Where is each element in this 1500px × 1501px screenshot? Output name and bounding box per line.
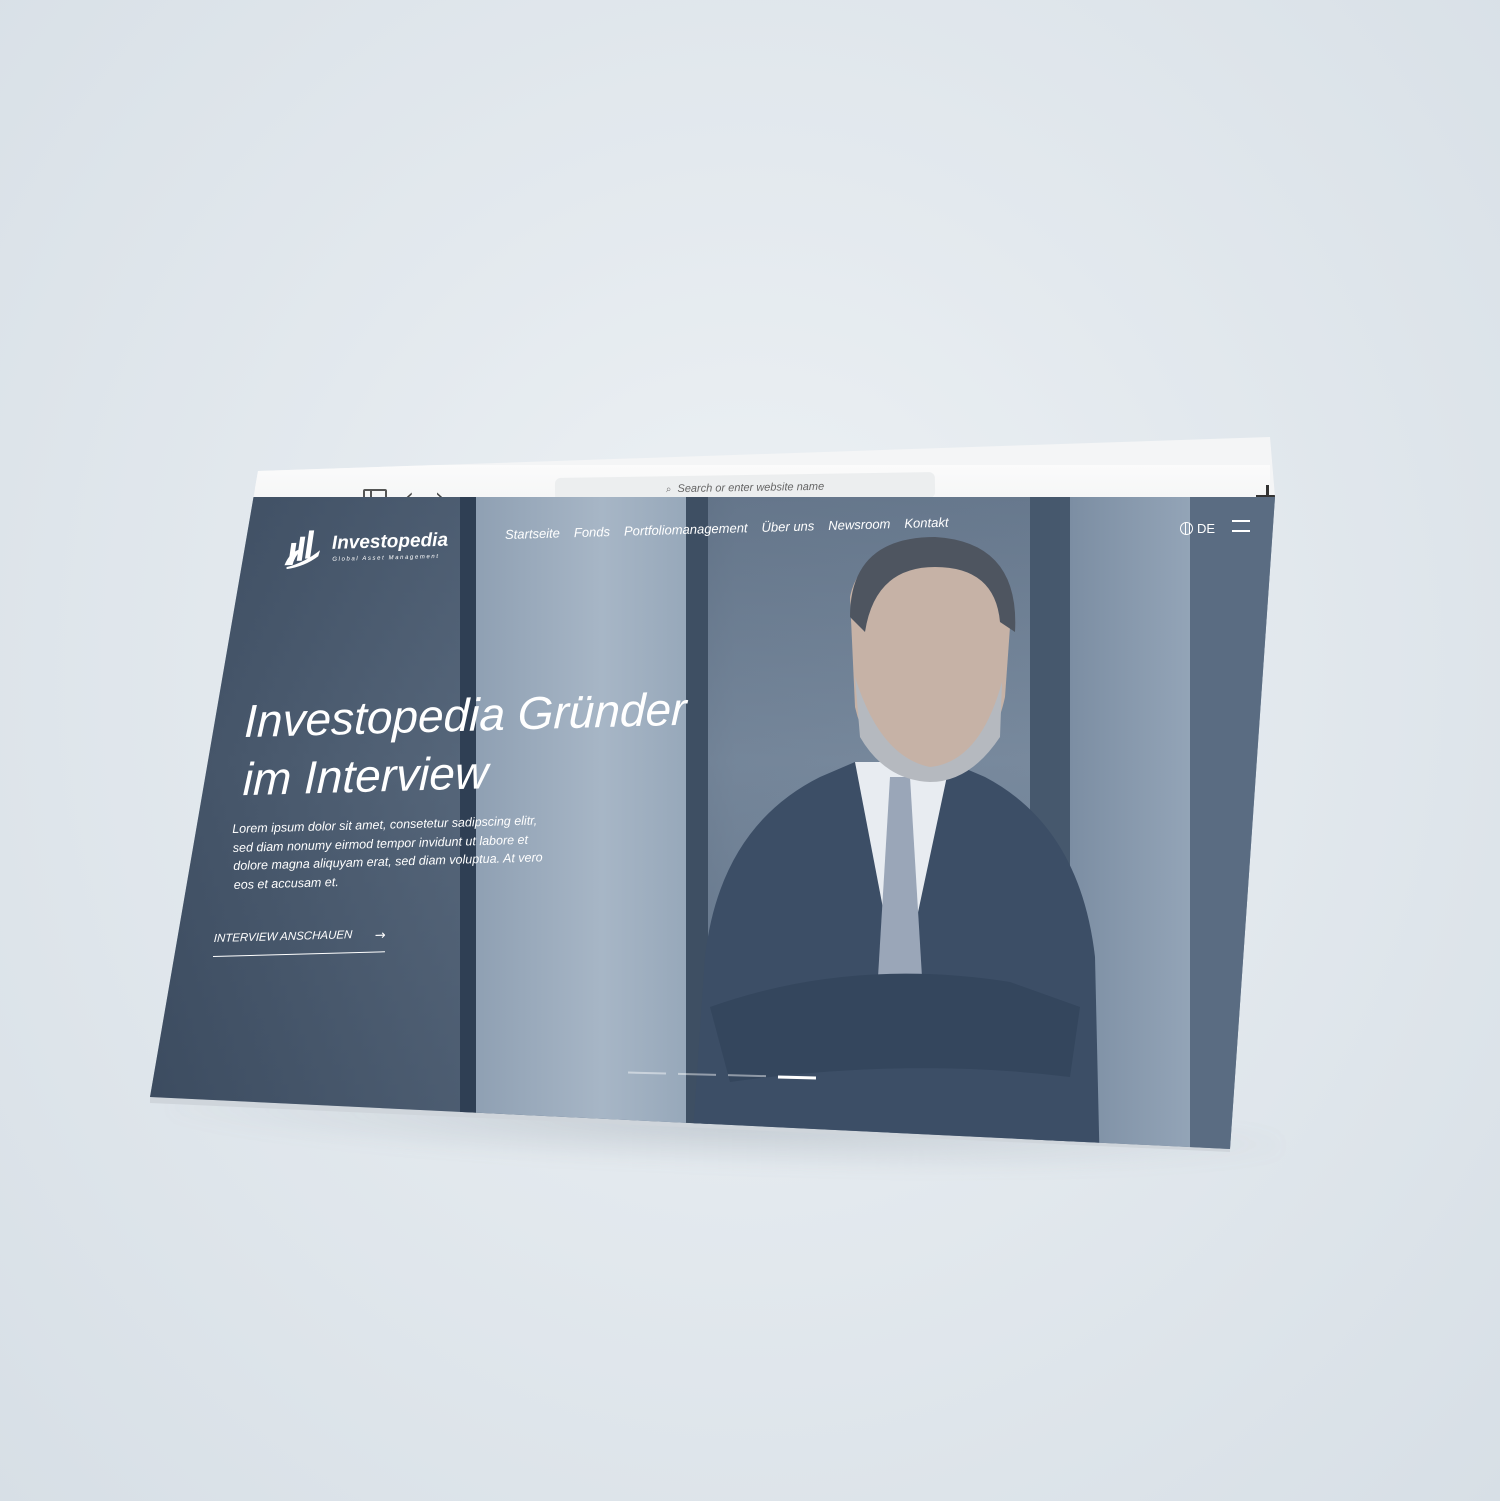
interview-button[interactable]: INTERVIEW ANSCHAUEN → (212, 928, 386, 958)
arrow-right-icon: → (374, 928, 386, 944)
logo-name: Investopedia (331, 529, 449, 554)
slider-indicator[interactable] (678, 1072, 717, 1076)
slider-indicator[interactable] (628, 1071, 667, 1075)
search-icon: ⌕ (665, 483, 672, 495)
hero-title: Investopedia Gründer im Interview (242, 676, 805, 808)
nav-kontakt[interactable]: Kontakt (904, 515, 948, 531)
nav-newsroom[interactable]: Newsroom (828, 516, 891, 533)
businessman-photo (690, 537, 1100, 1149)
logo-icon (284, 530, 321, 570)
interview-button-label: INTERVIEW ANSCHAUEN (213, 929, 353, 946)
browser-mockup: ‹ › ⌕ Search or enter website name (150, 437, 1275, 1149)
menu-icon[interactable] (1232, 520, 1250, 532)
globe-icon (1180, 522, 1193, 535)
language-label: DE (1197, 521, 1216, 536)
site-logo[interactable]: Investopedia Global Asset Management (279, 525, 448, 570)
tabs-icon[interactable] (1307, 485, 1327, 505)
language-switch[interactable]: DE (1180, 521, 1215, 536)
url-placeholder: Search or enter website name (677, 480, 825, 496)
website-hero: Investopedia Global Asset Management Sta… (150, 497, 1275, 1149)
nav-startseite[interactable]: Startseite (505, 525, 560, 542)
window-frame (1190, 497, 1275, 1149)
logo-tagline: Global Asset Management (332, 553, 440, 563)
hero-body: Lorem ipsum dolor sit amet, consetetur s… (232, 813, 543, 892)
slider-indicator[interactable] (727, 1074, 767, 1078)
nav-fonds[interactable]: Fonds (574, 524, 611, 540)
nav-portfoliomanagement[interactable]: Portfoliomanagement (624, 520, 748, 538)
nav-ueber-uns[interactable]: Über uns (761, 518, 814, 534)
